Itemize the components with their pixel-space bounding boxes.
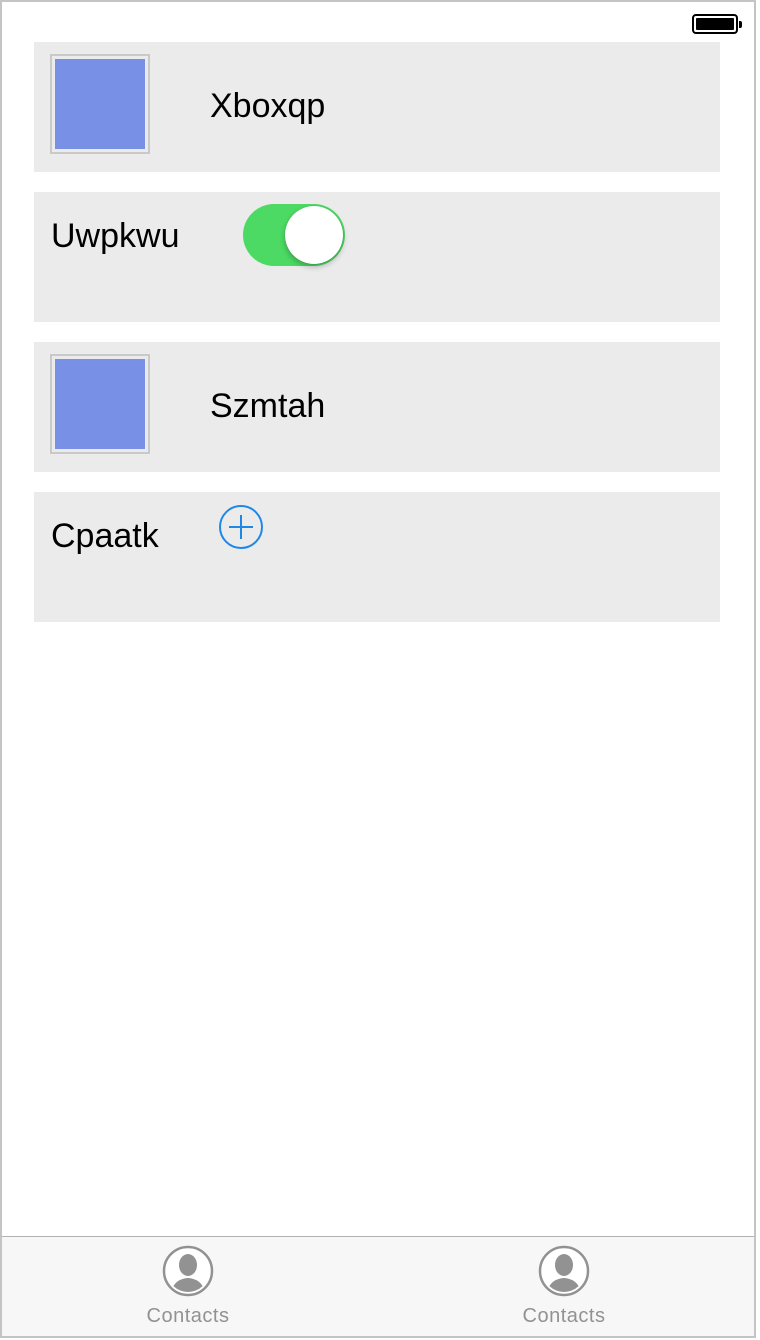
- table-row-xboxqp[interactable]: Xboxqp: [34, 42, 720, 172]
- row-label: Cpaatk: [51, 517, 159, 555]
- battery-icon: [692, 14, 742, 34]
- row-label: Szmtah: [210, 387, 326, 425]
- table-row-szmtah[interactable]: Szmtah: [34, 342, 720, 472]
- thumbnail-fill: [55, 59, 145, 149]
- toggle-switch[interactable]: [243, 204, 345, 266]
- tab-label: Contacts: [146, 1305, 230, 1327]
- toggle-knob[interactable]: [285, 206, 343, 264]
- contacts-icon: [538, 1245, 590, 1297]
- thumbnail-image: [50, 54, 150, 154]
- tab-contacts-1[interactable]: Contacts: [88, 1237, 288, 1336]
- row-label: Xboxqp: [210, 87, 326, 125]
- tab-bar: Contacts Contacts: [2, 1236, 754, 1336]
- row-label: Uwpkwu: [51, 217, 180, 255]
- tab-contacts-2[interactable]: Contacts: [464, 1237, 664, 1336]
- tab-label: Contacts: [522, 1305, 606, 1327]
- plus-circle-icon[interactable]: [218, 504, 264, 550]
- app-screen: Xboxqp Uwpkwu Szmtah Cpaatk Contacts Con…: [0, 0, 756, 1338]
- thumbnail-image: [50, 354, 150, 454]
- table-row-cpaatk: Cpaatk: [34, 492, 720, 622]
- thumbnail-fill: [55, 359, 145, 449]
- contacts-icon: [162, 1245, 214, 1297]
- table-row-uwpkwu: Uwpkwu: [34, 192, 720, 322]
